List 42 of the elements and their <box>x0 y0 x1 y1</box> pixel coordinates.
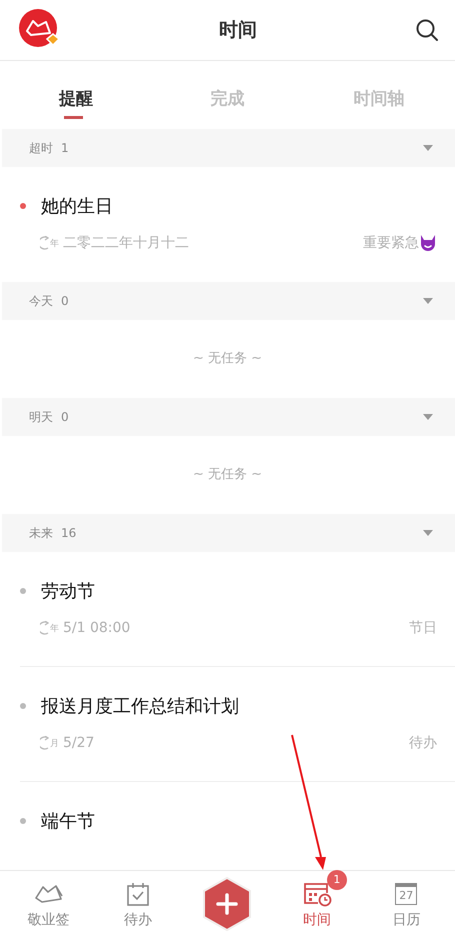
notification-badge: 1 <box>326 870 347 890</box>
task-date: 5/1 08:00 <box>63 620 130 636</box>
section-label: 明天 <box>29 408 53 426</box>
section-label: 超时 <box>29 140 53 156</box>
todo-icon <box>125 881 152 907</box>
calendar-clock-icon <box>302 881 332 907</box>
section-header[interactable]: 超时 1 <box>2 129 455 167</box>
section-count: 0 <box>61 410 69 424</box>
nav-item[interactable]: 待办 <box>103 879 174 929</box>
task-title[interactable]: 报送月度工作总结和计划 <box>41 694 239 718</box>
task-tag: 重要紧急 <box>363 234 419 252</box>
nav-item[interactable]: 敬业签 <box>14 879 84 929</box>
task-date: 5/27 <box>63 735 94 751</box>
task-title[interactable]: 她的生日 <box>41 194 113 218</box>
section-header[interactable]: 明天 0 <box>2 398 455 436</box>
caret-icon <box>423 530 433 536</box>
task-title[interactable]: 劳动节 <box>41 579 95 603</box>
empty-text: ~ 无任务 ~ <box>192 466 264 484</box>
section-label: 今天 <box>29 292 53 310</box>
calendar-icon: 27 <box>395 883 418 905</box>
section-header[interactable]: 今天 0 <box>2 282 455 320</box>
caret-icon <box>423 414 433 420</box>
task-tag: 待办 <box>409 734 437 752</box>
task-date: 二零二二年十月十二 <box>63 234 189 252</box>
tab[interactable]: 提醒 <box>0 61 152 129</box>
section-count: 1 <box>61 141 69 155</box>
caret-icon <box>423 298 433 304</box>
section-count: 0 <box>61 294 69 308</box>
add-button[interactable] <box>203 877 252 931</box>
note-icon <box>34 882 64 906</box>
nav-item[interactable]: 27 日历 <box>371 879 442 929</box>
empty-text: ~ 无任务 ~ <box>192 350 264 368</box>
page-title: 时间 <box>219 18 257 43</box>
tab[interactable]: 时间轴 <box>303 61 455 129</box>
section-label: 未来 <box>29 524 53 542</box>
task-tag: 节日 <box>409 619 437 637</box>
caret-icon <box>423 145 433 151</box>
task-title[interactable]: 端午节 <box>41 809 95 833</box>
search-icon[interactable] <box>415 18 439 42</box>
section-count: 16 <box>61 526 76 540</box>
tab[interactable]: 完成 <box>152 61 304 129</box>
section-header[interactable]: 未来 16 <box>2 514 455 552</box>
